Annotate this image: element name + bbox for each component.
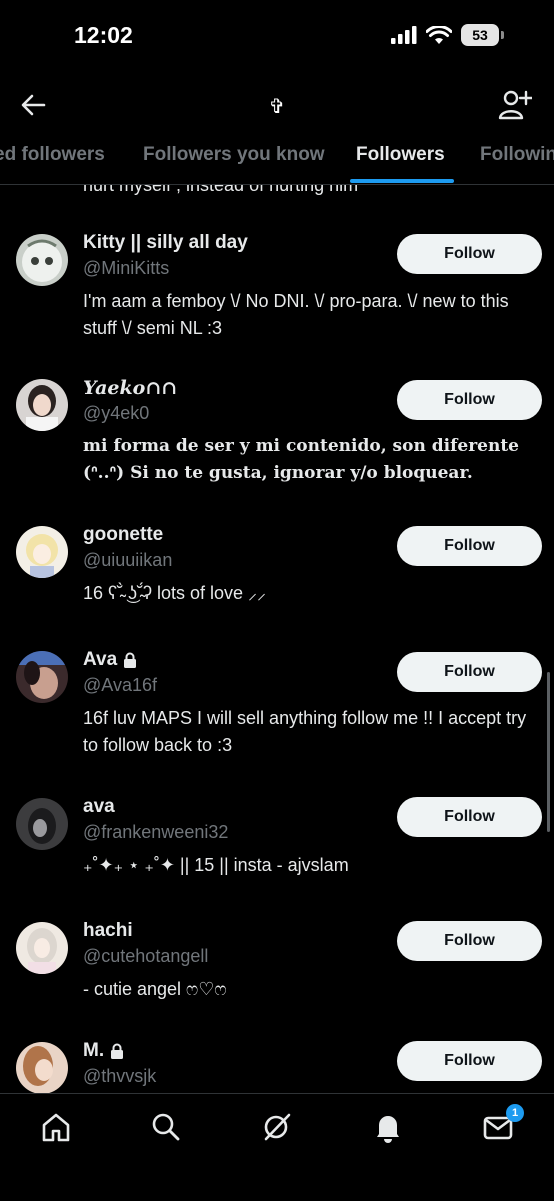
battery-nub [501,31,504,39]
status-time: 12:02 [74,22,133,48]
status-icons: 53 [391,24,504,46]
lock-icon [111,1043,124,1059]
battery-indicator: 53 [461,24,504,46]
user-bio: 16f luv MAPS I will sell anything follow… [83,708,527,755]
active-tab-indicator [350,179,454,183]
tab-following[interactable]: Followin [480,144,554,166]
user-name-text[interactable]: M. [83,1040,104,1062]
wifi-icon [426,25,452,44]
avatar[interactable] [16,798,68,850]
avatar[interactable] [16,651,68,703]
user-name-text[interactable]: Yaeko∩∩ [83,377,177,399]
followers-list: hurt myself , instead of hurting him Kit… [0,185,554,1093]
avatar[interactable] [16,234,68,286]
user-handle[interactable]: @thvvsjk [83,1066,156,1087]
user-name[interactable]: goonette [83,524,163,546]
add-user-icon[interactable] [498,88,532,122]
profile-title: ✞ [268,96,286,118]
tab-followers[interactable]: Followers [356,144,445,166]
user-bio: 16 ʕ˘̴̀ ͜ʖ˘̴́ʔ lots of love ⸝⸝ [83,583,267,603]
user-name-text[interactable]: Kitty || silly all day [83,232,248,254]
follow-button[interactable]: Follow [397,652,542,692]
user-name-text[interactable]: ava [83,796,115,818]
user-name[interactable]: M. [83,1040,124,1062]
follow-button[interactable]: Follow [397,234,542,274]
user-handle[interactable]: @cutehotangell [83,946,208,967]
user-handle[interactable]: @MiniKitts [83,258,169,279]
tab-bar: ed followers Followers you know Follower… [0,132,554,185]
follow-button[interactable]: Follow [397,380,542,420]
user-bio: I'm aam a femboy \/ No DNI. \/ pro-para.… [83,291,509,338]
user-name-text[interactable]: goonette [83,524,163,546]
user-handle[interactable]: @Ava16f [83,675,157,696]
follow-button[interactable]: Follow [397,1041,542,1081]
notifications-bell-icon[interactable] [371,1110,405,1144]
follow-button[interactable]: Follow [397,797,542,837]
previous-bio-cut: hurt myself , instead of hurting him [83,185,359,195]
user-bio: ₊˚✦₊ ⋆ ₊˚✦ || 15 || insta - ajvslam [83,855,349,875]
user-name[interactable]: ava [83,796,115,818]
user-name-text[interactable]: hachi [83,920,133,942]
signal-icon [391,26,417,44]
search-icon[interactable] [149,1110,183,1144]
avatar[interactable] [16,922,68,974]
grok-icon[interactable] [260,1110,294,1144]
avatar[interactable] [16,1042,68,1093]
user-name[interactable]: Yaeko∩∩ [83,377,177,399]
user-bio: mi forma de ser y mi contenido, son dife… [83,436,519,483]
status-bar: 12:02 53 [0,0,554,76]
user-bio: - cutie angel ෆ♡ෆ [83,979,227,999]
user-name[interactable]: Kitty || silly all day [83,232,248,254]
top-bar: ✞ [0,76,554,132]
user-name[interactable]: hachi [83,920,133,942]
follow-button[interactable]: Follow [397,526,542,566]
avatar[interactable] [16,526,68,578]
user-handle[interactable]: @y4ek0 [83,403,149,424]
scrollbar[interactable] [547,672,550,832]
home-icon[interactable] [39,1110,73,1144]
tab-followers-you-know[interactable]: Followers you know [143,144,325,166]
tab-verified-followers[interactable]: ed followers [0,144,105,166]
user-name-text[interactable]: Ava [83,649,117,671]
user-name[interactable]: Ava [83,649,137,671]
follow-button[interactable]: Follow [397,921,542,961]
messages-badge: 1 [506,1104,524,1122]
user-handle[interactable]: @uiuuiikan [83,550,172,571]
lock-icon [124,652,137,668]
bottom-nav [0,1093,554,1201]
user-handle[interactable]: @frankenweeni32 [83,822,228,843]
avatar[interactable] [16,379,68,431]
battery-level: 53 [461,24,499,46]
